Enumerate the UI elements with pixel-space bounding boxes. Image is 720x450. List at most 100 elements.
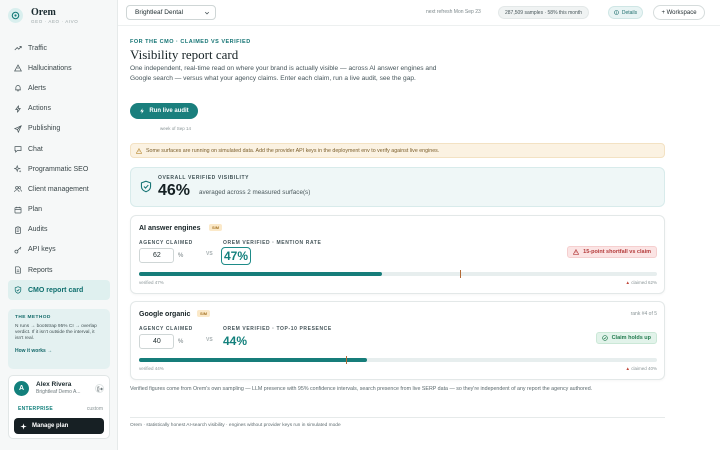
surface-title: Google organic xyxy=(139,311,191,318)
sparkles-icon xyxy=(14,165,22,173)
sidebar-item-label: Traffic xyxy=(28,44,48,52)
claimed-caption: ▲ claimed 40% xyxy=(626,366,658,371)
logout-button[interactable] xyxy=(95,384,104,393)
manage-plan-button[interactable]: Manage plan xyxy=(14,418,104,434)
vs-label: VS xyxy=(206,251,213,257)
sidebar-item-label: Plan xyxy=(28,206,43,214)
sidebar-item-label: Programmatic SEO xyxy=(28,165,89,173)
top-bar: Brightleaf Dental next refresh Mon Sep 2… xyxy=(118,0,720,26)
send-icon xyxy=(14,124,22,133)
footer-divider xyxy=(130,417,665,418)
sidebar-item-label: Client management xyxy=(28,185,89,193)
chat-bubble-icon xyxy=(14,146,22,153)
user-org: Brightleaf Demo A... xyxy=(36,389,81,395)
avatar[interactable]: A xyxy=(14,381,29,396)
details-button[interactable]: Details xyxy=(608,6,643,19)
user-card: A Alex Rivera Brightleaf Demo A... ENTER… xyxy=(8,375,110,439)
bell-icon xyxy=(15,85,21,92)
agency-claimed-input[interactable]: 62 xyxy=(139,248,174,263)
claimed-marker xyxy=(346,356,348,364)
users-icon xyxy=(14,186,22,193)
verified-label: OREM VERIFIED · MENTION RATE xyxy=(223,240,322,246)
status-badge: 15-point shortfall vs claim xyxy=(567,246,657,258)
method-title: THE METHOD xyxy=(15,315,51,320)
sidebar-item-client-management[interactable]: Client management xyxy=(8,179,110,199)
organization-select-value: Brightleaf Dental xyxy=(135,9,184,16)
plan-type: custom xyxy=(86,406,103,412)
surface-card-google-organic: Google organic SIM rank #4 of 5 AGENCY C… xyxy=(130,301,665,380)
methodology-note: Verified figures come from Orem's own sa… xyxy=(130,386,593,392)
page-footer: Orem · statistically honest AI-search vi… xyxy=(130,423,341,428)
verified-fill xyxy=(139,358,367,362)
shield-check-icon xyxy=(140,180,152,193)
visibility-bar xyxy=(139,270,657,278)
lightning-icon xyxy=(140,108,145,114)
status-text: Claim holds up xyxy=(611,335,651,341)
lightning-icon xyxy=(15,105,21,113)
run-live-audit-label: Run live audit xyxy=(149,108,189,114)
logout-icon xyxy=(97,386,103,391)
surface-card-ai-answer-engines: AI answer engines SIM AGENCY CLAIMED ORE… xyxy=(130,215,665,294)
sidebar-item-programmatic-seo[interactable]: Programmatic SEO xyxy=(8,159,110,179)
sidebar-item-label: Alerts xyxy=(28,84,46,92)
sidebar-item-api-keys[interactable]: API keys xyxy=(8,240,110,260)
triangle-up-icon: ▲ xyxy=(625,280,630,285)
verified-caption: verified 44% xyxy=(139,366,164,371)
page-intro: One independent, real-time read on where… xyxy=(130,65,437,82)
sidebar-item-label: Chat xyxy=(28,145,43,153)
sidebar-item-hallucinations[interactable]: Hallucinations xyxy=(8,58,110,78)
warning-triangle-icon xyxy=(573,249,580,255)
page-eyebrow: FOR THE CMO · CLAIMED VS VERIFIED xyxy=(130,39,251,45)
page-title: Visibility report card xyxy=(130,47,239,62)
overall-visibility-card: OVERALL VERIFIED VISIBILITY 46% averaged… xyxy=(130,167,665,207)
sidebar-item-label: API keys xyxy=(28,246,56,254)
warning-triangle-icon xyxy=(14,64,22,72)
check-circle-icon xyxy=(601,335,608,341)
chevron-down-icon xyxy=(204,11,210,15)
agency-claimed-label: AGENCY CLAIMED xyxy=(139,240,193,246)
agency-claimed-input[interactable]: 40 xyxy=(139,334,174,349)
organization-select[interactable]: Brightleaf Dental xyxy=(126,5,216,20)
claimed-marker xyxy=(460,270,462,278)
how-it-works-link[interactable]: How it works → xyxy=(15,348,103,354)
sidebar-item-label: Reports xyxy=(28,266,53,274)
sidebar-item-label: CMO report card xyxy=(28,286,84,294)
brand[interactable]: Orem GEO · AEO · AIVO xyxy=(8,7,78,24)
surface-title: AI answer engines xyxy=(139,225,201,232)
overall-label: OVERALL VERIFIED VISIBILITY xyxy=(158,175,250,181)
rank-label: rank #4 of 5 xyxy=(630,311,657,317)
sidebar-item-actions[interactable]: Actions xyxy=(8,99,110,119)
document-icon xyxy=(15,266,21,274)
sidebar-item-publishing[interactable]: Publishing xyxy=(8,119,110,139)
key-icon xyxy=(14,246,22,254)
verified-value: 47% xyxy=(221,247,252,265)
samples-badge: 287,509 samples · 58% this month xyxy=(498,6,589,19)
claimed-caption-text: claimed 40% xyxy=(631,366,657,371)
sidebar-item-audits[interactable]: Audits xyxy=(8,220,110,240)
add-workspace-button[interactable]: + Workspace xyxy=(653,5,705,20)
sidebar: Orem GEO · AEO · AIVO Traffic Hallucinat… xyxy=(0,0,118,450)
sidebar-item-alerts[interactable]: Alerts xyxy=(8,78,110,98)
app-name: Orem xyxy=(31,7,56,18)
trending-up-icon xyxy=(14,46,22,51)
overall-description: averaged across 2 measured surface(s) xyxy=(199,189,311,196)
warning-triangle-icon xyxy=(136,147,142,154)
run-live-audit-button[interactable]: Run live audit xyxy=(130,103,198,119)
status-text: 15-point shortfall vs claim xyxy=(583,249,651,255)
verified-fill xyxy=(139,272,383,276)
user-name: Alex Rivera xyxy=(36,381,72,388)
sidebar-item-reports[interactable]: Reports xyxy=(8,260,110,280)
simulated-data-banner: Some surfaces are running on simulated d… xyxy=(130,143,665,158)
sidebar-item-plan[interactable]: Plan xyxy=(8,200,110,220)
claimed-caption-text: claimed 62% xyxy=(631,280,657,285)
sidebar-item-traffic[interactable]: Traffic xyxy=(8,38,110,58)
sidebar-item-chat[interactable]: Chat xyxy=(8,139,110,159)
calendar-icon xyxy=(14,206,22,213)
method-body: N runs → bootstrap 95% CI → overlap verd… xyxy=(15,324,97,342)
plan-tier: ENTERPRISE xyxy=(18,406,53,412)
details-label: Details xyxy=(621,9,638,16)
method-panel: THE METHOD N runs → bootstrap 95% CI → o… xyxy=(8,309,110,369)
sidebar-item-label: Actions xyxy=(28,105,51,113)
sidebar-item-cmo-report-card[interactable]: CMO report card xyxy=(8,280,110,301)
manage-plan-label: Manage plan xyxy=(32,423,69,429)
